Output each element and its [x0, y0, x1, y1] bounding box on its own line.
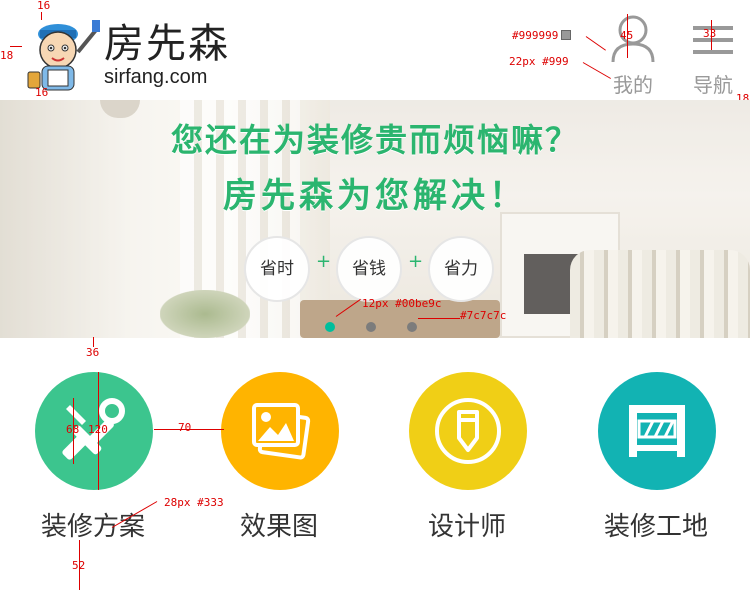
annotation-line: [627, 14, 628, 58]
mascot-logo-icon[interactable]: [18, 12, 102, 96]
service-construction-sites[interactable]: 装修工地: [576, 372, 736, 552]
annotation-logo-bottom: 16: [35, 86, 49, 99]
annotation-line: [711, 20, 712, 50]
annotation-logo-left: 18: [0, 49, 14, 62]
banner-headline: 您还在为装修贵而烦恼嘛？: [170, 121, 579, 159]
service-renovation-plan[interactable]: 装修方案: [13, 372, 173, 552]
service-renderings[interactable]: 效果图: [199, 372, 359, 552]
pill-save-time: 省时: [244, 236, 310, 302]
annotation-logo-top: 16: [37, 0, 51, 12]
annotation-icon-color: #999999: [512, 29, 572, 42]
service-circle: [409, 372, 527, 490]
annotation-line: [93, 337, 94, 347]
service-label: 效果图: [239, 512, 318, 542]
my-account-button[interactable]: 我的: [598, 12, 668, 96]
menu-icon: [693, 26, 733, 54]
service-label: 装修方案: [40, 512, 145, 542]
annotation-dot-inactive-spec: #7c7c7c: [460, 309, 507, 322]
carousel-dot-active[interactable]: [325, 322, 335, 332]
construction-icon: [629, 405, 685, 457]
annotation-grid-gap: 70: [178, 421, 192, 434]
app-header: 房先森 sirfang.com 我的 导航: [0, 0, 750, 100]
annotation-label-spec-2: 28px #333: [164, 496, 224, 509]
annotation-line: [73, 398, 74, 464]
service-label: 装修工地: [603, 512, 708, 542]
color-swatch: [561, 30, 572, 40]
carousel-dot[interactable]: [407, 322, 417, 332]
plus-sign: +: [408, 251, 424, 272]
annotation-grid-top: 36: [86, 346, 100, 359]
service-designers[interactable]: 设计师: [387, 372, 547, 552]
annotation-line: [98, 372, 99, 490]
annotation-icon-color-text: #999999: [512, 29, 559, 42]
annotation-line: [154, 429, 224, 430]
service-circle: [221, 372, 339, 490]
annotation-line: [418, 318, 460, 319]
annotation-nav-icon-size: 33: [703, 27, 717, 40]
navigation-menu-button[interactable]: 导航: [678, 12, 748, 96]
annotation-line: [10, 46, 22, 47]
brand-domain: sirfang.com: [104, 66, 208, 88]
carousel-dot[interactable]: [366, 322, 376, 332]
annotation-label-spec: 22px #999: [509, 55, 569, 68]
banner-subheadline: 房先森为您解决！: [223, 176, 527, 216]
annotation-line: [41, 12, 42, 20]
service-label: 设计师: [427, 512, 506, 542]
plus-sign: +: [316, 251, 332, 272]
promo-banner-carousel[interactable]: 您还在为装修贵而烦恼嘛？ 房先森为您解决！ 省时 + 省钱 + 省力 12px …: [0, 100, 750, 338]
service-circle: [598, 372, 716, 490]
pencil-icon: [435, 398, 501, 464]
gallery-icon: [252, 403, 311, 460]
annotation-dot-active-spec: 12px #00be9c: [362, 297, 442, 310]
brand-name-cn: 房先森: [104, 21, 230, 67]
annotation-line: [79, 540, 80, 590]
pill-save-effort: 省力: [428, 236, 494, 302]
pill-save-money: 省钱: [336, 236, 402, 302]
